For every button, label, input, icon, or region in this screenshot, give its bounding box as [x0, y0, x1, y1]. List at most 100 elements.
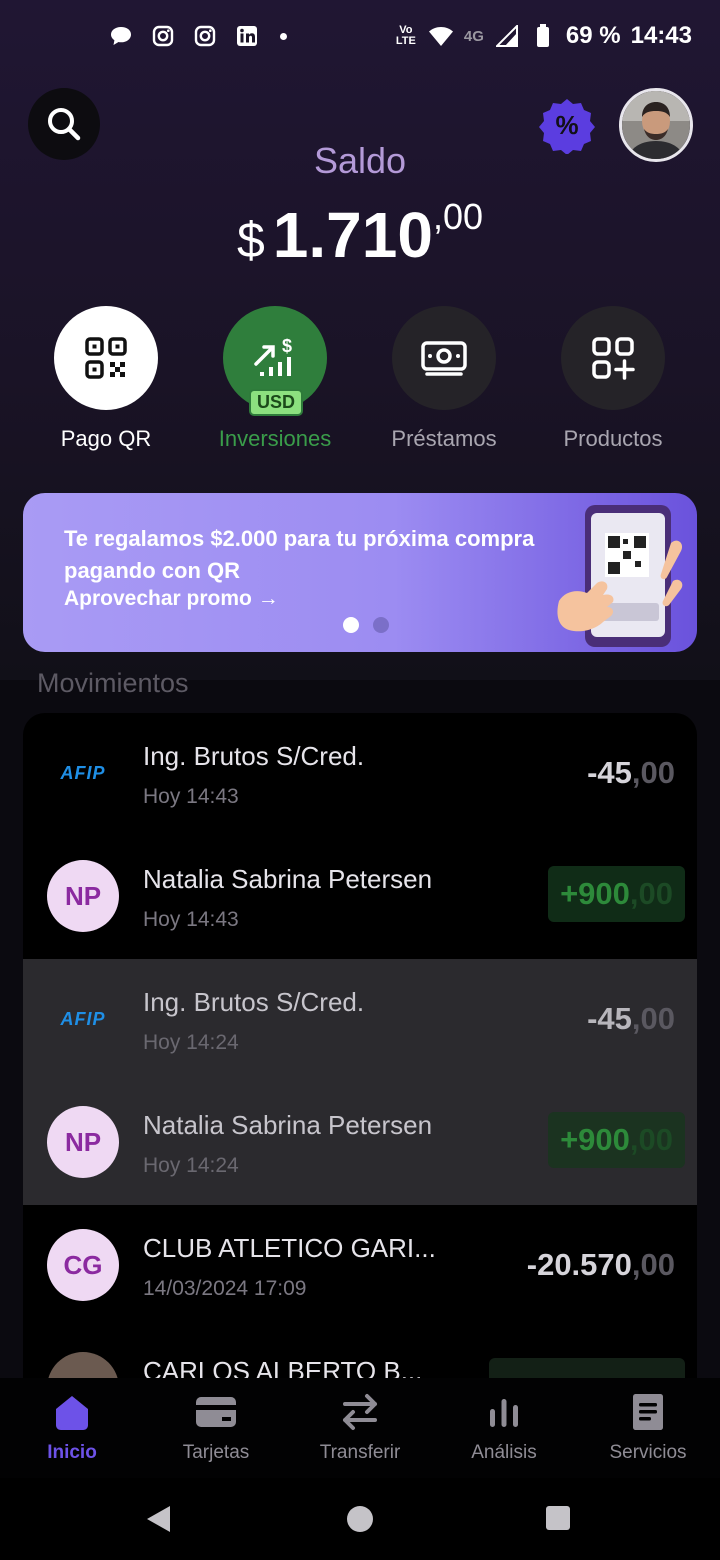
svg-text:$: $ [282, 336, 292, 356]
instagram-icon [150, 23, 176, 49]
amount-integer: -20.570 [526, 1247, 632, 1282]
movement-amount: +900,00 [548, 866, 685, 922]
movement-time: Hoy 14:43 [143, 785, 239, 808]
amount-decimals: ,00 [629, 876, 673, 911]
movement-row[interactable]: CARLOS ALBERTO B... [23, 1328, 697, 1378]
cash-icon [421, 341, 467, 376]
carousel-indicator [343, 617, 389, 633]
instagram-icon [192, 23, 218, 49]
bottom-navigation: Inicio Tarjetas Transferir Análisis Serv… [0, 1378, 720, 1478]
balance-amount: $1.710,00 [0, 196, 720, 272]
volte-icon: Vo LTE [395, 24, 416, 47]
battery-level: 69 % [565, 22, 621, 49]
balance-integer: 1.710 [272, 199, 433, 271]
nav-servicios[interactable]: Servicios [576, 1390, 720, 1464]
amount-integer: +900 [560, 1122, 630, 1157]
amount-decimals: ,00 [631, 1247, 675, 1282]
receipt-icon [633, 1394, 663, 1430]
status-bar: Vo LTE 4G 69 % 14:43 [0, 0, 720, 72]
nav-analisis[interactable]: Análisis [432, 1390, 576, 1464]
carousel-dot[interactable] [373, 617, 389, 633]
nav-transferir[interactable]: Transferir [288, 1390, 432, 1464]
back-icon[interactable] [144, 1504, 174, 1534]
movement-amount: +900,00 [548, 1112, 685, 1168]
nav-label: Servicios [609, 1442, 687, 1463]
action-label: Pago QR [60, 426, 152, 451]
movement-time: Hoy 14:24 [143, 1154, 239, 1177]
movement-amount: -45,00 [587, 755, 675, 791]
promo-banner[interactable]: Te regalamos $2.000 para tu próxima comp… [23, 493, 697, 652]
carousel-dot-active[interactable] [343, 617, 359, 633]
nav-label: Tarjetas [182, 1442, 250, 1463]
network-type: 4G [463, 27, 484, 45]
afip-logo-icon: AFIP [60, 762, 106, 783]
card-icon [196, 1397, 236, 1427]
movement-name: Natalia Sabrina Petersen [143, 1110, 433, 1140]
movement-amount: -20.570,00 [527, 1247, 675, 1283]
movement-name: Ing. Brutos S/Cred. [143, 987, 365, 1017]
movement-row[interactable]: AFIP Ing. Brutos S/Cred. Hoy 14:43 -45,0… [23, 713, 697, 836]
currency-symbol: $ [236, 212, 265, 268]
nav-inicio[interactable]: Inicio [0, 1390, 144, 1464]
action-prestamos[interactable]: Préstamos [359, 306, 529, 452]
recents-icon[interactable] [545, 1505, 571, 1531]
transfer-icon [343, 1394, 377, 1430]
movement-name: CLUB ATLETICO GARI... [143, 1233, 436, 1263]
movement-time: 14/03/2024 17:09 [143, 1277, 307, 1300]
contact-photo-icon [47, 1352, 119, 1378]
chat-bubble-icon [108, 23, 134, 49]
initials-avatar: NP [47, 1106, 119, 1178]
home-circle-icon[interactable] [346, 1505, 374, 1533]
movement-amount: -45,00 [587, 1001, 675, 1037]
banner-text: Te regalamos $2.000 para tu próxima comp… [64, 526, 535, 583]
search-icon [48, 108, 81, 141]
amount-decimals: ,00 [631, 755, 675, 790]
amount-decimals: ,00 [629, 1122, 673, 1157]
balance-label: Saldo [313, 140, 407, 181]
movement-row[interactable]: CG CLUB ATLETICO GARI... 14/03/2024 17:0… [23, 1205, 697, 1328]
movement-amount-partial [489, 1358, 685, 1378]
action-pago-qr[interactable]: Pago QR [21, 306, 191, 452]
amount-integer: -45 [587, 1001, 632, 1036]
more-notifications-dot [280, 32, 287, 40]
bars-icon [490, 1399, 518, 1427]
initials-avatar: CG [47, 1229, 119, 1301]
clock: 14:43 [630, 22, 692, 49]
movement-name: Ing. Brutos S/Cred. [143, 741, 365, 771]
movement-name: Natalia Sabrina Petersen [143, 864, 433, 894]
action-pago-qr-circle [54, 306, 158, 410]
movement-row[interactable]: AFIP Ing. Brutos S/Cred. Hoy 14:24 -45,0… [23, 959, 697, 1082]
home-icon [56, 1396, 88, 1430]
action-label: Préstamos [391, 426, 497, 451]
amount-integer: +900 [560, 876, 630, 911]
nav-label: Transferir [319, 1442, 401, 1463]
movements-list: AFIP Ing. Brutos S/Cred. Hoy 14:43 -45,0… [23, 713, 697, 1378]
action-prestamos-circle [392, 306, 496, 410]
nav-label: Inicio [47, 1442, 97, 1463]
signal-icon [494, 23, 520, 49]
nav-tarjetas[interactable]: Tarjetas [144, 1390, 288, 1464]
svg-text:%: % [555, 110, 578, 140]
nav-label: Análisis [471, 1442, 537, 1463]
movement-row[interactable]: NP Natalia Sabrina Petersen Hoy 14:24 +9… [23, 1082, 697, 1205]
system-navigation [0, 1478, 720, 1560]
movement-time: Hoy 14:24 [143, 1031, 239, 1054]
action-label: Productos [563, 426, 663, 451]
banner-link[interactable]: Aprovechar promo → [64, 587, 279, 611]
notification-icons [108, 23, 287, 49]
grid-plus-icon [592, 337, 635, 380]
movement-row[interactable]: NP Natalia Sabrina Petersen Hoy 14:43 +9… [23, 836, 697, 959]
movement-name: CARLOS ALBERTO B... [143, 1356, 423, 1378]
movements-title: Movimientos [37, 668, 189, 698]
amount-integer: -45 [587, 755, 632, 790]
action-productos-circle [561, 306, 665, 410]
amount-decimals: ,00 [631, 1001, 675, 1036]
usd-tag: USD [249, 389, 304, 416]
action-inversiones[interactable]: $ USD Inversiones [190, 306, 360, 452]
movement-time: Hoy 14:43 [143, 908, 239, 931]
battery-icon [530, 23, 556, 49]
wifi-icon [428, 23, 454, 49]
action-inversiones-circle: $ USD [223, 306, 327, 416]
action-productos[interactable]: Productos [528, 306, 698, 452]
initials-avatar: NP [47, 860, 119, 932]
